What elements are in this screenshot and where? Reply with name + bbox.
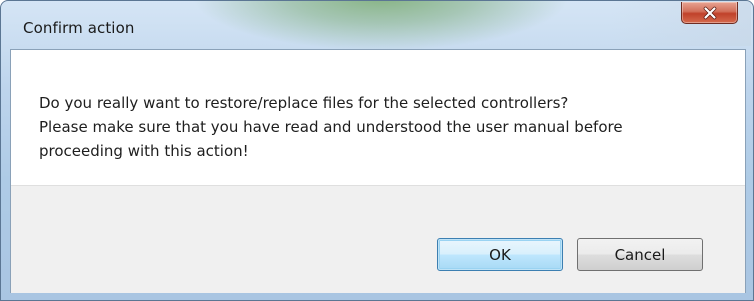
cancel-button[interactable]: Cancel	[577, 238, 703, 271]
confirm-dialog-window: Confirm action Do you really want to res…	[0, 0, 754, 301]
dialog-button-bar: OK Cancel	[11, 185, 745, 293]
titlebar-background-glow	[191, 1, 571, 51]
close-button[interactable]	[681, 2, 738, 24]
message-line-2: Please make sure that you have read and …	[39, 118, 623, 136]
dialog-title: Confirm action	[23, 19, 135, 37]
ok-button[interactable]: OK	[437, 238, 563, 271]
message-line-1: Do you really want to restore/replace fi…	[39, 94, 569, 112]
dialog-content-area: Do you really want to restore/replace fi…	[10, 49, 746, 293]
close-icon	[703, 6, 716, 19]
message-line-3: proceeding with this action!	[39, 142, 249, 160]
confirmation-message: Do you really want to restore/replace fi…	[39, 91, 729, 163]
